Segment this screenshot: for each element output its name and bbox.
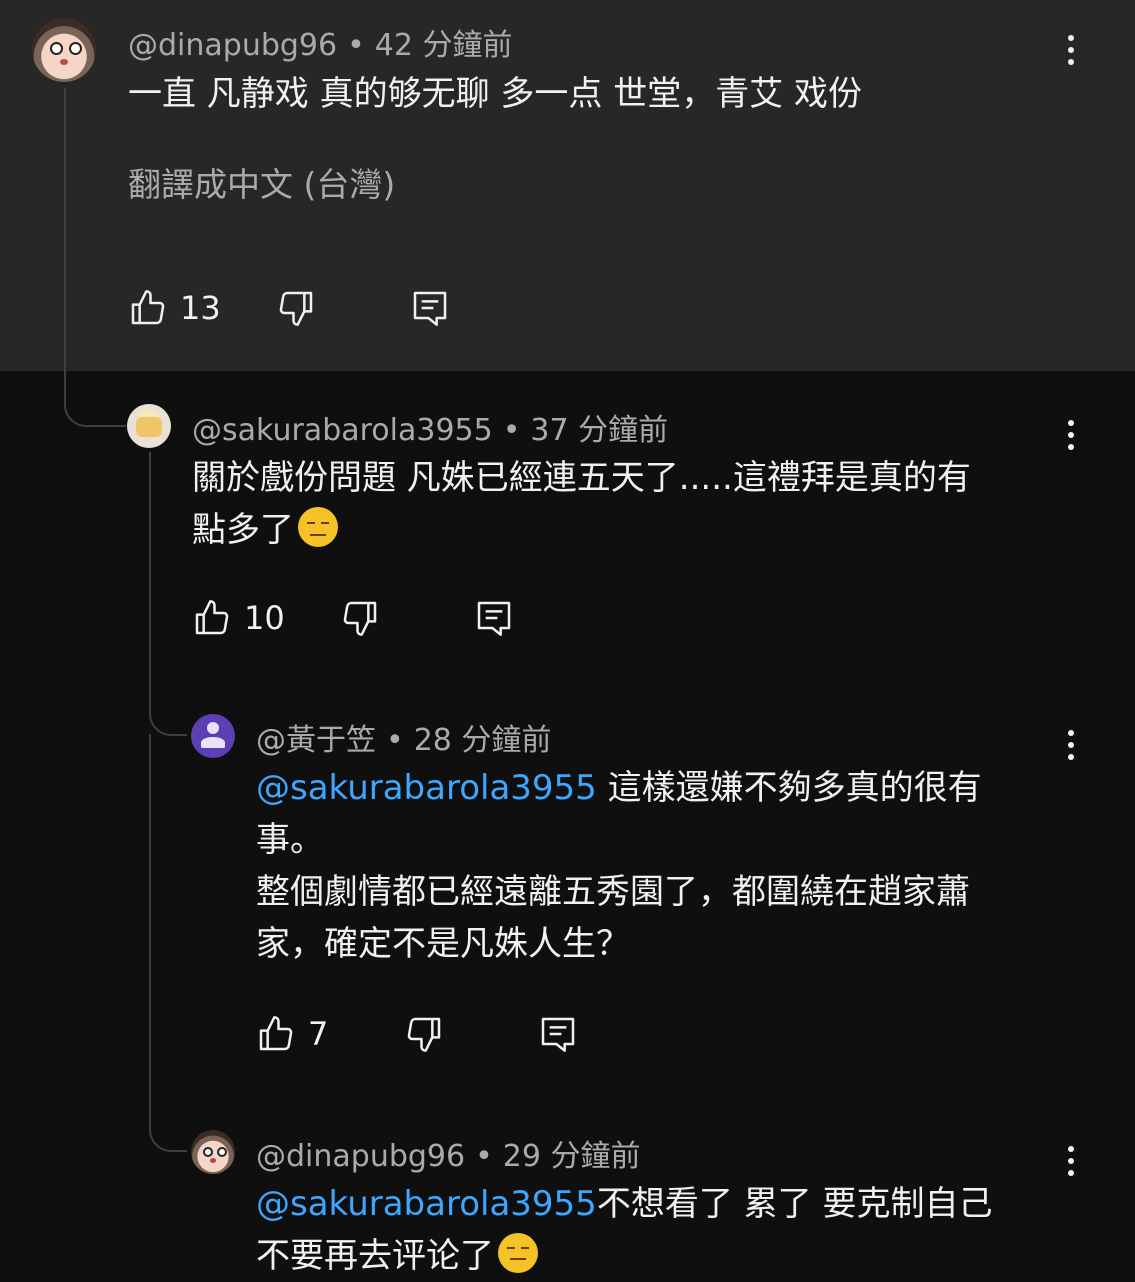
more-vert-icon[interactable]	[1061, 730, 1081, 760]
avatar[interactable]	[127, 404, 171, 448]
thread-connector	[149, 452, 151, 702]
thread-connector	[149, 734, 187, 1152]
like-count: 10	[244, 599, 285, 637]
like-button[interactable]: 7	[256, 1014, 328, 1054]
comment-text-line: @sakurabarola3955 這樣還嫌不夠多真的很有	[256, 768, 982, 808]
timestamp: 37 分鐘前	[530, 413, 669, 448]
comment-text-line: @sakurabarola3955不想看了 累了 要克制自己	[256, 1184, 993, 1224]
author-name[interactable]: @sakurabarola3955	[192, 413, 493, 448]
dislike-button[interactable]	[404, 1014, 444, 1054]
comment-meta: @黃于笠 • 28 分鐘前	[256, 715, 551, 759]
reply-icon	[538, 1014, 578, 1054]
timestamp: 42 分鐘前	[374, 28, 513, 63]
thumb-up-icon	[128, 288, 168, 328]
thumb-down-icon	[340, 598, 380, 638]
sleepy-face-emoji	[298, 507, 338, 547]
separator: •	[386, 723, 404, 758]
reply-icon	[410, 288, 450, 328]
reply-button[interactable]	[538, 1014, 578, 1054]
dislike-button[interactable]	[276, 288, 316, 328]
author-name[interactable]: @黃于笠	[256, 723, 376, 758]
thread-connector	[149, 690, 187, 736]
dislike-button[interactable]	[340, 598, 380, 638]
avatar[interactable]	[191, 1130, 235, 1174]
comment-meta: @sakurabarola3955 • 37 分鐘前	[192, 405, 668, 449]
more-vert-icon[interactable]	[1061, 35, 1081, 65]
more-vert-icon[interactable]	[1061, 1146, 1081, 1176]
like-button[interactable]: 13	[128, 288, 221, 328]
thread-connector	[64, 88, 126, 427]
reply-button[interactable]	[410, 288, 450, 328]
avatar[interactable]	[191, 714, 235, 758]
author-name[interactable]: @dinapubg96	[128, 28, 337, 63]
timestamp: 28 分鐘前	[413, 723, 552, 758]
mention-link[interactable]: @sakurabarola3955	[256, 768, 597, 808]
reply-icon	[474, 598, 514, 638]
comment-text-line: 不要再去评论了	[256, 1230, 1116, 1282]
timestamp: 29 分鐘前	[502, 1139, 641, 1174]
comment-text: @sakurabarola3955不想看了 累了 要克制自己 不要再去评论了	[256, 1178, 1116, 1282]
reply-button[interactable]	[474, 598, 514, 638]
comment-text-line: 家，確定不是凡姝人生？	[256, 924, 630, 964]
comment-meta: @dinapubg96 • 29 分鐘前	[256, 1131, 641, 1175]
comment-text: 一直 凡静戏 真的够无聊 多一点 世堂，青艾 戏份	[128, 74, 863, 114]
comment-text: 關於戲份問題 凡姝已經連五天了.....這禮拜是真的有 點多了	[192, 452, 1052, 556]
expressionless-face-emoji	[498, 1233, 538, 1273]
like-count: 7	[308, 1015, 329, 1053]
avatar[interactable]	[32, 18, 96, 82]
author-name[interactable]: @dinapubg96	[256, 1139, 465, 1174]
comment-text-line: 關於戲份問題 凡姝已經連五天了.....這禮拜是真的有	[192, 458, 971, 498]
mention-link[interactable]: @sakurabarola3955	[256, 1184, 597, 1224]
separator: •	[475, 1139, 493, 1174]
thumb-down-icon	[404, 1014, 444, 1054]
separator: •	[347, 28, 365, 63]
comment-meta: @dinapubg96 • 42 分鐘前	[128, 20, 513, 64]
comment-text: @sakurabarola3955 這樣還嫌不夠多真的很有 事。 整個劇情都已經…	[256, 762, 1056, 970]
thumb-up-icon	[192, 598, 232, 638]
comment-text-line: 點多了	[192, 504, 1052, 556]
translate-link[interactable]: 翻譯成中文 (台灣)	[128, 158, 395, 206]
like-button[interactable]: 10	[192, 598, 285, 638]
thumb-up-icon	[256, 1014, 296, 1054]
comment-text-line: 整個劇情都已經遠離五秀園了，都圍繞在趙家蕭	[256, 872, 970, 912]
separator: •	[502, 413, 521, 448]
more-vert-icon[interactable]	[1061, 420, 1081, 450]
thumb-down-icon	[276, 288, 316, 328]
like-count: 13	[180, 289, 221, 327]
comment-text-line: 事。	[256, 820, 324, 860]
